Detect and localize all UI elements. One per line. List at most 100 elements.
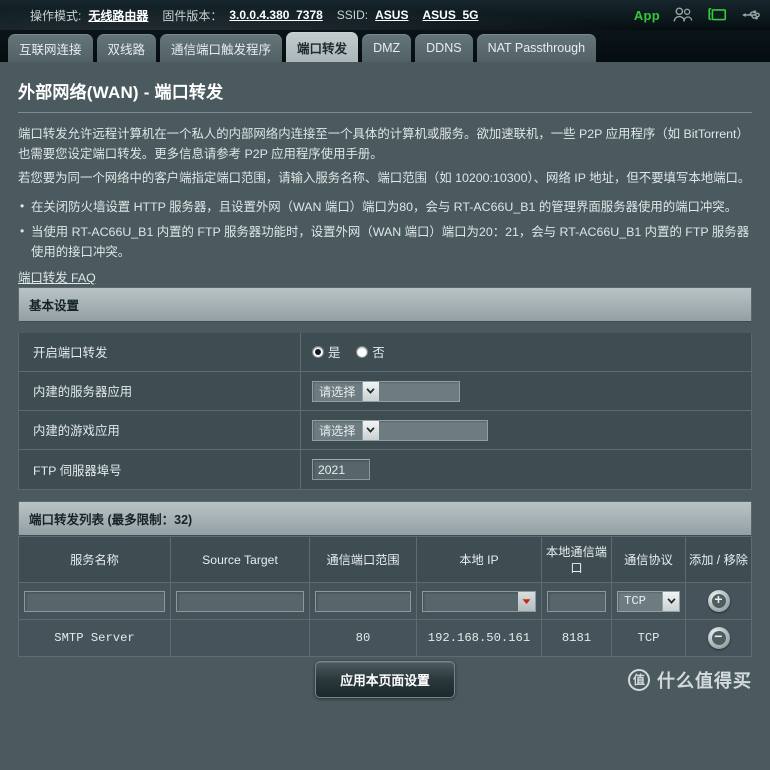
builtin-server-app-select[interactable]: 请选择 xyxy=(312,380,460,402)
tab-label: DMZ xyxy=(373,41,401,55)
col-add-remove: 添加 / 移除 xyxy=(685,536,752,583)
builtin-server-app-value: 请选择 xyxy=(319,385,356,399)
radio-enable-no[interactable]: 否 xyxy=(356,343,396,361)
col-local-ip: 本地 IP xyxy=(416,536,542,583)
description-paragraph-1: 端口转发允许远程计算机在一个私人的内部网络内连接至一个具体的计算机或服务。欲加速… xyxy=(18,127,749,161)
radio-no-label: 否 xyxy=(372,346,385,360)
router-admin-page: 操作模式: 无线路由器 固件版本： 3.0.0.4.380_7378 SSID:… xyxy=(0,0,770,770)
cell-local-port: 8181 xyxy=(541,619,612,657)
dropdown-arrow-icon[interactable] xyxy=(518,591,535,611)
tab-label: 端口转发 xyxy=(297,41,348,56)
cell-add-button: + xyxy=(685,582,752,620)
col-source-target: Source Target xyxy=(170,536,310,583)
enable-port-forwarding-label: 开启端口转发 xyxy=(19,333,301,371)
watermark-badge-icon: 值 xyxy=(628,668,650,691)
row-builtin-server-app: 内建的服务器应用 请选择 xyxy=(19,372,751,411)
users-icon[interactable] xyxy=(672,5,694,25)
radio-yes-label: 是 xyxy=(328,346,341,360)
watermark-text: 什么值得买 xyxy=(657,670,752,691)
title-divider xyxy=(18,112,752,113)
ssid-2g-value[interactable]: ASUS xyxy=(375,8,408,22)
content-panel: 外部网络(WAN) - 端口转发 端口转发允许远程计算机在一个私人的内部网络内连… xyxy=(0,62,770,770)
topbar-icon-group: App xyxy=(634,0,762,30)
forward-list-header: 端口转发列表 (最多限制：32) xyxy=(18,501,752,536)
app-link[interactable]: App xyxy=(634,8,660,23)
status-topbar: 操作模式: 无线路由器 固件版本： 3.0.0.4.380_7378 SSID:… xyxy=(0,0,770,30)
chevron-down-icon xyxy=(361,420,379,440)
builtin-game-app-select[interactable]: 请选择 xyxy=(312,419,488,441)
source-target-input[interactable] xyxy=(176,590,304,612)
row-enable-port-forwarding: 开启端口转发 是 否 xyxy=(19,333,751,372)
row-builtin-game-app: 内建的游戏应用 请选择 xyxy=(19,411,751,450)
cell-protocol-select: TCP xyxy=(611,582,686,620)
ftp-server-port-label: FTP 伺服器埠号 xyxy=(19,450,301,489)
radio-no-dot xyxy=(356,346,369,358)
tab-dmz[interactable]: DMZ xyxy=(362,34,412,62)
firmware-version-label: 固件版本： xyxy=(162,8,223,23)
tab-ddns[interactable]: DDNS xyxy=(415,34,473,62)
builtin-game-app-label: 内建的游戏应用 xyxy=(19,411,301,449)
description-paragraph-2: 若您要为同一个网络中的客户端指定端口范围，请输入服务名称、端口范围（如 1020… xyxy=(18,171,751,185)
chevron-down-icon xyxy=(662,591,679,611)
radio-enable-yes[interactable]: 是 xyxy=(312,343,352,361)
add-row-button[interactable]: + xyxy=(707,590,730,612)
cell-local-ip-input xyxy=(416,582,542,620)
tab-label: 双线路 xyxy=(107,42,146,57)
network-map-icon[interactable] xyxy=(706,5,728,25)
protocol-value: TCP xyxy=(624,594,646,608)
row-ftp-server-port: FTP 伺服器埠号 2021 xyxy=(19,450,751,489)
tab-internet-connection[interactable]: 互联网连接 xyxy=(8,34,93,62)
cell-port-range: 80 xyxy=(309,619,417,657)
tab-dual-wan[interactable]: 双线路 xyxy=(96,34,157,62)
port-range-input[interactable] xyxy=(315,590,411,612)
col-port-range: 通信端口范围 xyxy=(309,536,417,583)
cell-port-range-input xyxy=(309,582,417,620)
ssid-5g-value[interactable]: ASUS_5G xyxy=(422,8,478,22)
tab-nat-passthrough[interactable]: NAT Passthrough xyxy=(476,34,597,62)
tab-port-trigger[interactable]: 通信端口触发程序 xyxy=(160,34,283,62)
firmware-version-value[interactable]: 3.0.0.4.380_7378 xyxy=(229,8,322,22)
port-forwarding-table: 服务名称 Source Target 通信端口范围 本地 IP 本地通信端口 通… xyxy=(18,536,752,657)
cell-local-ip: 192.168.50.161 xyxy=(416,619,542,657)
basic-settings-header: 基本设置 xyxy=(18,287,752,322)
remove-row-button[interactable]: − xyxy=(707,627,730,649)
cell-service-name-input xyxy=(18,582,171,620)
builtin-server-app-label: 内建的服务器应用 xyxy=(19,372,301,410)
table-row: SMTP Server 80 192.168.50.161 8181 TCP − xyxy=(18,619,752,657)
cell-local-port-input xyxy=(541,582,612,620)
note-item-ftp-conflict: 当使用 RT-AC66U_B1 内置的 FTP 服务器功能时，设置外网（WAN … xyxy=(18,221,752,262)
basic-settings-section: 开启端口转发 是 否 内建的服务器应用 请选择 内建的游戏应用 请选择 FTP … xyxy=(18,333,752,490)
chevron-down-icon xyxy=(361,381,379,401)
tab-label: DDNS xyxy=(426,41,462,55)
col-protocol: 通信协议 xyxy=(611,536,686,583)
local-port-input[interactable] xyxy=(547,590,606,612)
col-service-name: 服务名称 xyxy=(18,536,171,583)
cell-protocol: TCP xyxy=(611,619,686,657)
usb-icon[interactable] xyxy=(740,5,762,25)
ssid-label: SSID: xyxy=(336,8,369,22)
page-title: 外部网络(WAN) - 端口转发 xyxy=(18,83,224,102)
tab-label: 互联网连接 xyxy=(19,42,82,57)
service-name-input[interactable] xyxy=(24,590,165,612)
protocol-select[interactable]: TCP xyxy=(617,590,680,612)
cell-source-target-input xyxy=(170,582,310,620)
tab-port-forwarding[interactable]: 端口转发 xyxy=(286,32,359,62)
col-local-port: 本地通信端口 xyxy=(541,536,612,583)
note-item-http-conflict: 在关闭防火墙设置 HTTP 服务器，且设置外网（WAN 端口）端口为80，会与 … xyxy=(18,196,752,217)
radio-yes-dot xyxy=(312,346,324,358)
footer-bar: 应用本页面设置 值 什么值得买 xyxy=(18,657,752,702)
tab-label: NAT Passthrough xyxy=(487,41,586,55)
notes-list: 在关闭防火墙设置 HTTP 服务器，且设置外网（WAN 端口）端口为80，会与 … xyxy=(18,196,752,262)
operation-mode-label: 操作模式: xyxy=(30,8,82,23)
local-ip-input[interactable] xyxy=(422,590,536,612)
port-forwarding-faq-link[interactable]: 端口转发 FAQ xyxy=(18,268,96,286)
cell-service-name: SMTP Server xyxy=(18,619,171,657)
ftp-server-port-input[interactable]: 2021 xyxy=(312,459,370,480)
apply-settings-button[interactable]: 应用本页面设置 xyxy=(315,661,455,698)
table-input-row: TCP + xyxy=(18,582,752,620)
operation-mode-value[interactable]: 无线路由器 xyxy=(88,7,148,24)
table-header-row: 服务名称 Source Target 通信端口范围 本地 IP 本地通信端口 通… xyxy=(18,536,752,583)
watermark: 值 什么值得买 xyxy=(628,667,752,693)
cell-remove-button: − xyxy=(685,619,752,657)
wan-tab-bar: 互联网连接 双线路 通信端口触发程序 端口转发 DMZ DDNS NAT Pas… xyxy=(0,30,770,62)
